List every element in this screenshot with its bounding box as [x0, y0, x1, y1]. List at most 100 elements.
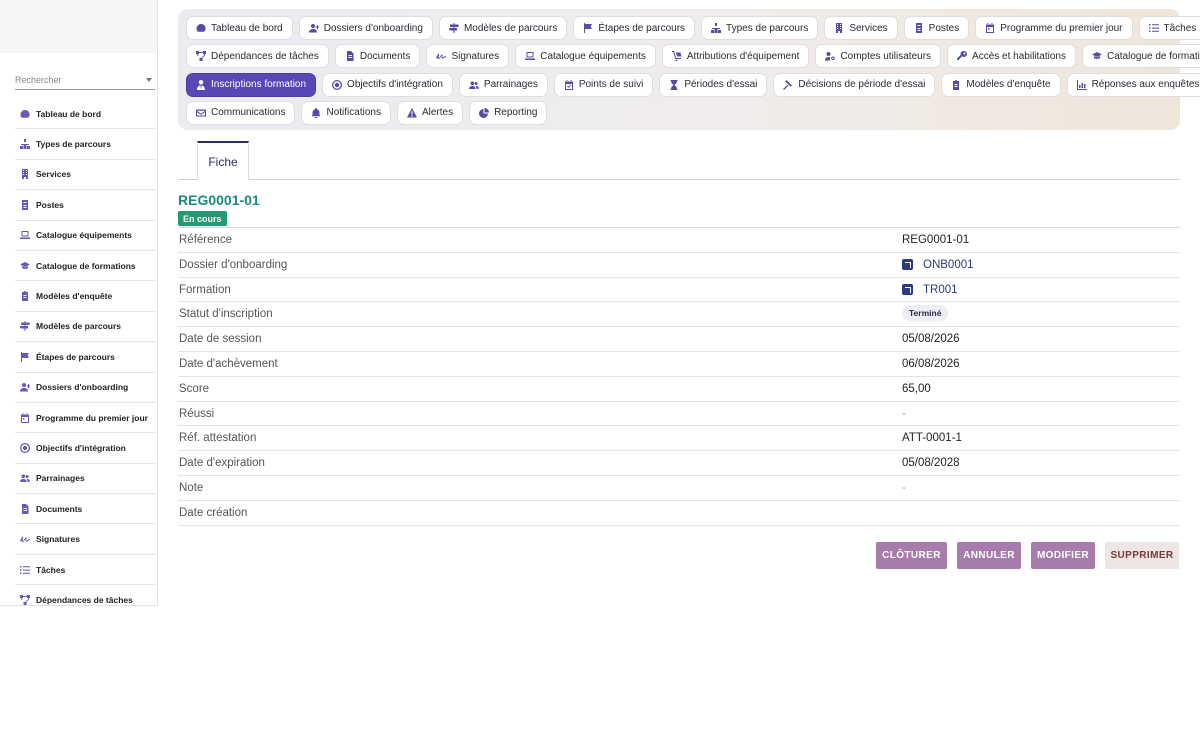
field-row: Date création [178, 501, 1180, 526]
field-label: Référence [179, 234, 233, 246]
toolbar-chip[interactable]: Modèles de parcours [438, 16, 568, 40]
list-icon [1148, 24, 1159, 32]
sidebar-item-0[interactable]: Tableau de bord [15, 99, 155, 130]
warning-icon [406, 107, 417, 118]
sidebar-item-label: Programme du premier jour [36, 412, 148, 423]
toolbar-chip[interactable]: Dossiers d'onboarding [298, 16, 433, 40]
toolbar-chip-label: Programme du premier jour [1000, 22, 1123, 34]
sidebar-item-8[interactable]: Étapes de parcours [15, 342, 155, 373]
field-label: Score [179, 382, 210, 395]
toolbar-chip[interactable]: Points de suivi [553, 72, 654, 97]
sidebar-item-4[interactable]: Catalogue équipements [15, 221, 155, 251]
laptop-icon [525, 52, 536, 61]
field-value: 65,00 [902, 382, 931, 395]
badge-icon [915, 23, 922, 33]
toolbar-chip[interactable]: Documents [334, 44, 421, 69]
sidebar-item-12[interactable]: Parrainages [15, 464, 155, 495]
cancel-button[interactable]: ANNULER [957, 542, 1021, 569]
external-link-icon[interactable] [902, 284, 913, 296]
clipboard-icon [22, 291, 28, 302]
sidebar-item-label: Dépendances de tâches [36, 594, 133, 605]
toolbar-chip[interactable]: Réponses aux enquêtes [1066, 72, 1200, 97]
search-input[interactable]: Rechercher [15, 71, 155, 90]
toolbar-chip-label: Points de suivi [578, 79, 644, 91]
field-value: - [902, 407, 906, 420]
toolbar-chip[interactable]: Inscriptions formation [186, 72, 317, 97]
sidebar-item-1[interactable]: Types de parcours [15, 129, 155, 160]
toolbar-chip-label: Inscriptions formation [211, 79, 307, 91]
users-icon [468, 81, 479, 89]
toolbar-chip-label: Catalogue équipements [540, 50, 646, 62]
sidebar: Rechercher Tableau de bord Types de parco… [0, 0, 158, 606]
toolbar-chip[interactable]: Catalogue équipements [515, 44, 656, 69]
field-link[interactable]: TR001 [923, 284, 958, 296]
field-label: Date d'achèvement [179, 357, 278, 370]
sidebar-item-2[interactable]: Services [15, 160, 155, 191]
sidebar-item-label: Tableau de bord [36, 108, 102, 119]
users-icon [20, 474, 30, 483]
toolbar-chip[interactable]: Alertes [396, 100, 464, 125]
sidebar-item-7[interactable]: Modèles de parcours [15, 312, 155, 343]
sidebar-item-6[interactable]: Modèles d'enquête [15, 281, 155, 312]
toolbar-chip[interactable]: Notifications [301, 100, 391, 125]
sidebar-item-3[interactable]: Postes [15, 190, 155, 221]
toolbar-chip[interactable]: Périodes d'essai [659, 72, 768, 97]
toolbar-chip[interactable]: Programme du premier jour [975, 16, 1133, 40]
sidebar-item-label: Objectifs d'intégration [36, 442, 126, 453]
field-value[interactable]: ONB0001 [902, 259, 974, 271]
toolbar-chip[interactable]: Comptes utilisateurs [815, 44, 942, 69]
field-link[interactable]: ONB0001 [923, 259, 974, 271]
toolbar-chip[interactable]: Reporting [469, 100, 548, 125]
sidebar-item-label: Signatures [36, 534, 80, 545]
toolbar-chip-label: Postes [928, 22, 960, 34]
close-button[interactable]: CLÔTURER [876, 542, 947, 569]
laptop-icon [20, 231, 30, 240]
toolbar-chip[interactable]: Catalogue de formations [1081, 44, 1200, 69]
external-link-icon[interactable] [902, 259, 913, 271]
toolbar-chip[interactable]: Types de parcours [701, 16, 819, 40]
toolbar-chip[interactable]: Communications [186, 100, 296, 125]
delete-button[interactable]: SUPPRIMER [1105, 542, 1179, 569]
field-value: ATT-0001-1 [902, 432, 962, 445]
sidebar-item-13[interactable]: Documents [15, 494, 155, 525]
network-icon [196, 51, 206, 62]
toolbar-chip[interactable]: Étapes de parcours [573, 16, 696, 40]
toolbar-chip[interactable]: Accès et habilitations [947, 44, 1076, 69]
sidebar-item-15[interactable]: Tâches [15, 555, 155, 586]
toolbar-chip[interactable]: Modèles d'enquête [941, 72, 1061, 97]
chevron-down-icon[interactable] [146, 78, 152, 82]
tab-fiche[interactable]: Fiche [197, 141, 249, 180]
toolbar-chip[interactable]: Attributions d'équipement [661, 44, 810, 69]
field-value: - [902, 481, 906, 494]
toolbar-chip-label: Dossiers d'onboarding [323, 22, 423, 34]
sidebar-item-5[interactable]: Catalogue de formations [15, 251, 155, 282]
key-icon [957, 51, 968, 61]
signpost-icon [20, 321, 30, 332]
toolbar-chip[interactable]: Décisions de période d'essai [773, 72, 936, 97]
field-row: Note - [178, 476, 1180, 501]
edit-button[interactable]: MODIFIER [1031, 542, 1095, 569]
field-row: Dossier d'onboarding ONB0001 [178, 253, 1180, 278]
toolbar-chip[interactable]: Tâches [1138, 16, 1200, 40]
toolbar-chip[interactable]: Dépendances de tâches [186, 44, 329, 69]
toolbar-chip[interactable]: Tableau de bord [186, 16, 293, 40]
sidebar-item-9[interactable]: Dossiers d'onboarding [15, 373, 155, 403]
toolbar-chip-label: Alertes [421, 107, 454, 119]
toolbar-chip[interactable]: Objectifs d'intégration [322, 72, 453, 97]
field-row: Statut d'inscription Terminé [178, 302, 1180, 328]
toolbar-chip[interactable]: Postes [903, 16, 970, 40]
sidebar-item-16[interactable]: Dépendances de tâches [15, 585, 155, 605]
sidebar-item-11[interactable]: Objectifs d'intégration [15, 433, 155, 464]
sidebar-item-10[interactable]: Programme du premier jour [15, 403, 155, 434]
toolbar-chip-label: Attributions d'équipement [686, 50, 800, 62]
toolbar-chip[interactable]: Signatures [426, 44, 510, 69]
toolbar-chip[interactable]: Services [824, 16, 898, 40]
sidebar-item-label: Étapes de parcours [36, 351, 115, 362]
badge-icon [22, 199, 28, 210]
field-value[interactable]: TR001 [902, 284, 958, 296]
sidebar-item-14[interactable]: Signatures [15, 524, 155, 555]
toolbar-chip[interactable]: Parrainages [458, 72, 548, 97]
field-row: Réussi - [178, 402, 1180, 427]
field-row: Date d'achèvement 06/08/2026 [178, 352, 1180, 377]
flag-icon [584, 23, 593, 33]
